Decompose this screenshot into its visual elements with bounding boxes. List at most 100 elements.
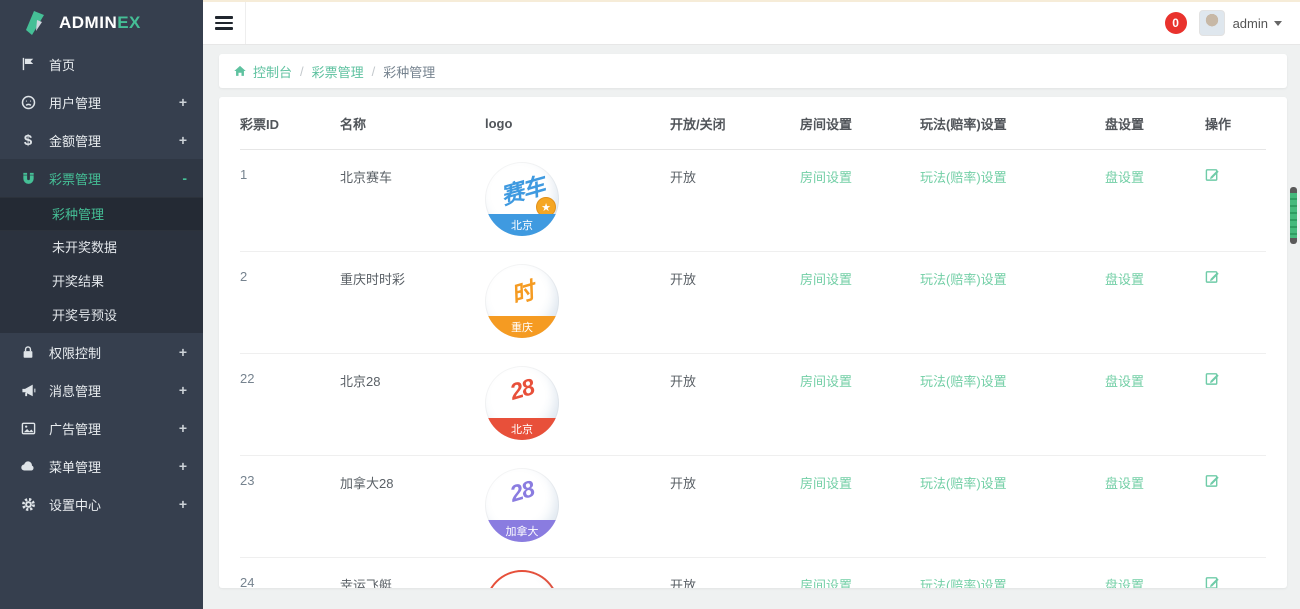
sidebar-item-settings[interactable]: 设置中心 +: [0, 485, 203, 523]
submenu-item-lottery-types[interactable]: 彩种管理: [0, 197, 203, 231]
topbar-user-area: 0 admin: [1165, 2, 1300, 44]
sidebar-toggle-button[interactable]: [203, 2, 246, 44]
topbar: 0 admin: [203, 0, 1300, 45]
avatar[interactable]: [1199, 10, 1225, 36]
row-id: 22: [240, 354, 340, 386]
table-row: 23 加拿大28 28 加拿大 开放 房间设置 玩法(赔率)设置 盘设置: [240, 456, 1266, 558]
row-name: 重庆时时彩: [340, 252, 485, 288]
pan-settings-link[interactable]: 盘设置: [1105, 170, 1144, 185]
breadcrumb-separator: /: [372, 64, 376, 79]
play-odds-settings-link[interactable]: 玩法(赔率)设置: [920, 374, 1007, 389]
header-lottery-id: 彩票ID: [240, 114, 340, 133]
room-settings-link[interactable]: 房间设置: [800, 272, 852, 287]
home-icon: [233, 64, 247, 78]
room-settings-link[interactable]: 房间设置: [800, 578, 852, 588]
header-play-odds-settings: 玩法(赔率)设置: [920, 114, 1105, 133]
cloud-icon: [20, 458, 36, 474]
pan-settings-link[interactable]: 盘设置: [1105, 272, 1144, 287]
play-odds-settings-link[interactable]: 玩法(赔率)设置: [920, 170, 1007, 185]
play-odds-settings-link[interactable]: 玩法(赔率)设置: [920, 578, 1007, 588]
edit-icon[interactable]: [1205, 371, 1220, 386]
lottery-submenu: 彩种管理 未开奖数据 开奖结果 开奖号预设: [0, 197, 203, 333]
room-settings-link[interactable]: 房间设置: [800, 170, 852, 185]
breadcrumb-item-lottery-mgmt[interactable]: 彩票管理: [312, 62, 364, 81]
caret-down-icon[interactable]: [1274, 21, 1282, 26]
sidebar-item-amount[interactable]: $ 金额管理 +: [0, 121, 203, 159]
header-open-close: 开放/关闭: [670, 114, 800, 133]
submenu-item-draw-presets[interactable]: 开奖号预设: [0, 299, 203, 333]
row-status: 开放: [670, 150, 800, 186]
image-icon: [20, 420, 36, 436]
pan-settings-link[interactable]: 盘设置: [1105, 476, 1144, 491]
row-logo: 赛车 ★ 北京: [485, 150, 670, 236]
row-status: 开放: [670, 354, 800, 390]
lottery-logo-ball: 28 加拿大: [485, 468, 559, 542]
sidebar-item-permissions[interactable]: 权限控制 +: [0, 333, 203, 371]
row-name: 北京赛车: [340, 150, 485, 186]
breadcrumb-separator: /: [300, 64, 304, 79]
breadcrumb-item-console[interactable]: 控制台: [253, 62, 292, 81]
content-area: 控制台 / 彩票管理 / 彩种管理 彩票ID 名称 logo 开放/关闭 房间设…: [203, 45, 1300, 609]
row-name: 幸运飞艇: [340, 558, 485, 588]
row-logo: 28 北京: [485, 354, 670, 440]
sidebar-item-lottery[interactable]: 彩票管理 -: [0, 159, 203, 197]
submenu-item-draw-results[interactable]: 开奖结果: [0, 265, 203, 299]
row-logo: 时 重庆: [485, 252, 670, 338]
brand[interactable]: ADMINEX: [0, 0, 203, 45]
room-settings-link[interactable]: 房间设置: [800, 476, 852, 491]
pan-settings-link[interactable]: 盘设置: [1105, 578, 1144, 588]
lottery-logo-ball: 28 北京: [485, 366, 559, 440]
edit-icon[interactable]: [1205, 575, 1220, 588]
row-logo: 28 加拿大: [485, 456, 670, 542]
row-id: 24: [240, 558, 340, 588]
table-row: 2 重庆时时彩 时 重庆 开放 房间设置 玩法(赔率)设置 盘设置: [240, 252, 1266, 354]
magnet-icon: [20, 170, 36, 186]
breadcrumb: 控制台 / 彩票管理 / 彩种管理: [219, 54, 1287, 88]
sidebar-item-menus[interactable]: 菜单管理 +: [0, 447, 203, 485]
brand-logo-icon: [24, 10, 50, 36]
lock-icon: [20, 344, 36, 360]
lottery-table-card: 彩票ID 名称 logo 开放/关闭 房间设置 玩法(赔率)设置 盘设置 操作 …: [219, 97, 1287, 588]
header-pan-settings: 盘设置: [1105, 114, 1205, 133]
row-id: 23: [240, 456, 340, 488]
edit-icon[interactable]: [1205, 269, 1220, 284]
table-header-row: 彩票ID 名称 logo 开放/关闭 房间设置 玩法(赔率)设置 盘设置 操作: [240, 97, 1266, 150]
gear-icon: [20, 496, 36, 512]
header-actions: 操作: [1205, 114, 1266, 133]
lottery-logo-ball: [485, 570, 559, 588]
breadcrumb-item-current: 彩种管理: [383, 62, 435, 81]
row-id: 2: [240, 252, 340, 284]
sidebar-item-ads[interactable]: 广告管理 +: [0, 409, 203, 447]
header-logo: logo: [485, 116, 670, 131]
lottery-logo-ball: 时 重庆: [485, 264, 559, 338]
room-settings-link[interactable]: 房间设置: [800, 374, 852, 389]
table-row: 1 北京赛车 赛车 ★ 北京 开放 房间设置 玩法(赔率)设置 盘设置: [240, 150, 1266, 252]
row-logo: [485, 558, 670, 588]
play-odds-settings-link[interactable]: 玩法(赔率)设置: [920, 272, 1007, 287]
submenu-item-undrawn-data[interactable]: 未开奖数据: [0, 231, 203, 265]
sidebar: ADMINEX 首页 用户管理 + $ 金额管理 + 彩票管理 - 彩种管理 未…: [0, 0, 203, 609]
header-name: 名称: [340, 114, 485, 133]
lottery-logo-ball: 赛车 ★ 北京: [485, 162, 559, 236]
brand-name: ADMINEX: [59, 13, 141, 33]
table-row: 22 北京28 28 北京 开放 房间设置 玩法(赔率)设置 盘设置: [240, 354, 1266, 456]
pan-settings-link[interactable]: 盘设置: [1105, 374, 1144, 389]
notification-badge[interactable]: 0: [1165, 12, 1187, 34]
user-face-icon: [20, 94, 36, 110]
row-status: 开放: [670, 558, 800, 588]
sidebar-item-messages[interactable]: 消息管理 +: [0, 371, 203, 409]
row-status: 开放: [670, 456, 800, 492]
table-row: 24 幸运飞艇 开放 房间设置 玩法(赔率)设置 盘设置: [240, 558, 1266, 588]
sidebar-item-users[interactable]: 用户管理 +: [0, 83, 203, 121]
dollar-icon: $: [20, 132, 36, 148]
play-odds-settings-link[interactable]: 玩法(赔率)设置: [920, 476, 1007, 491]
flag-icon: [20, 56, 36, 72]
username[interactable]: admin: [1233, 16, 1268, 31]
edit-icon[interactable]: [1205, 473, 1220, 488]
header-room-settings: 房间设置: [800, 114, 920, 133]
sidebar-item-home[interactable]: 首页: [0, 45, 203, 83]
edit-icon[interactable]: [1205, 167, 1220, 182]
row-id: 1: [240, 150, 340, 182]
row-status: 开放: [670, 252, 800, 288]
scrollbar-thumb[interactable]: [1290, 187, 1297, 244]
